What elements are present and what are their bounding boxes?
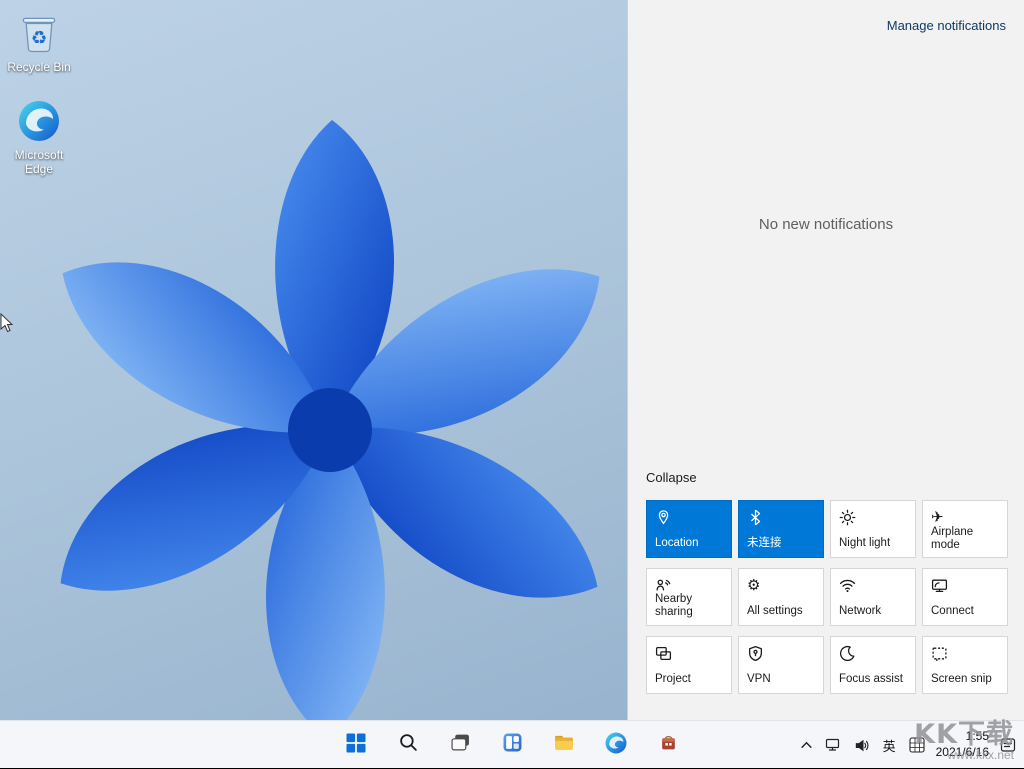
quick-action-connect[interactable]: Connect xyxy=(922,568,1008,626)
quick-action-label: All settings xyxy=(747,605,815,618)
widgets-icon xyxy=(503,733,522,757)
desktop-icon-microsoft-edge[interactable]: Microsoft Edge xyxy=(0,100,78,177)
bluetooth-icon xyxy=(747,508,765,526)
search-button[interactable] xyxy=(388,725,428,765)
file-explorer-icon xyxy=(554,733,574,757)
quick-action-label: Nearby sharing xyxy=(655,593,723,619)
quick-action-screen-snip[interactable]: Screen snip xyxy=(922,636,1008,694)
tray-time: 1:55 xyxy=(966,729,989,743)
system-tray: 英 1:55 2021/6/16 xyxy=(799,721,1018,769)
desktop-icon-label: Microsoft Edge xyxy=(0,149,78,177)
network-tray-icon[interactable] xyxy=(823,725,843,765)
quick-action-label: 未连接 xyxy=(747,537,815,550)
edge-icon xyxy=(18,129,60,146)
start-icon xyxy=(346,733,366,758)
tray-date: 2021/6/16 xyxy=(936,745,989,759)
quick-action-bluetooth[interactable]: 未连接 xyxy=(738,500,824,558)
task-view-button[interactable] xyxy=(440,725,480,765)
svg-text:♻: ♻ xyxy=(31,28,47,49)
nearby-sharing-icon xyxy=(655,576,673,593)
mouse-cursor xyxy=(0,313,14,338)
quick-action-focus-assist[interactable]: Focus assist xyxy=(830,636,916,694)
task-view-icon xyxy=(451,733,470,757)
connect-icon xyxy=(931,576,949,594)
quick-actions-grid: Location 未连接 Night light ✈ Airplane mode xyxy=(646,500,1008,694)
volume-tray-icon[interactable] xyxy=(852,725,872,765)
quick-action-label: Location xyxy=(655,537,723,550)
edge-browser-icon xyxy=(605,732,627,759)
file-explorer-button[interactable] xyxy=(544,725,584,765)
action-center-panel: Manage notifications No new notification… xyxy=(627,0,1024,720)
settings-gear-icon: ⚙ xyxy=(747,576,765,594)
quick-action-label: Focus assist xyxy=(839,673,907,686)
manage-notifications-link[interactable]: Manage notifications xyxy=(887,18,1006,33)
taskbar: 英 1:55 2021/6/16 xyxy=(0,720,1024,768)
ime-language-indicator[interactable]: 英 xyxy=(881,725,898,765)
wallpaper-bloom xyxy=(0,0,640,720)
no-notifications-text: No new notifications xyxy=(628,216,1024,233)
collapse-link[interactable]: Collapse xyxy=(646,470,697,485)
search-icon xyxy=(399,733,418,757)
network-icon xyxy=(839,576,857,594)
taskbar-center-icons xyxy=(336,721,688,769)
notification-center-icon[interactable] xyxy=(998,725,1018,765)
quick-action-nearby-sharing[interactable]: Nearby sharing xyxy=(646,568,732,626)
desktop-icon-label: Recycle Bin xyxy=(0,61,78,75)
quick-action-location[interactable]: Location xyxy=(646,500,732,558)
store-button[interactable] xyxy=(648,725,688,765)
tray-clock[interactable]: 1:55 2021/6/16 xyxy=(936,729,989,760)
quick-action-label: Screen snip xyxy=(931,673,999,686)
quick-action-vpn[interactable]: VPN xyxy=(738,636,824,694)
quick-action-label: Project xyxy=(655,673,723,686)
tray-chevron-up-icon[interactable] xyxy=(799,725,814,765)
edge-browser-button[interactable] xyxy=(596,725,636,765)
focus-assist-icon xyxy=(839,644,857,662)
quick-action-label: Network xyxy=(839,605,907,618)
start-button[interactable] xyxy=(336,725,376,765)
quick-action-all-settings[interactable]: ⚙ All settings xyxy=(738,568,824,626)
ime-mode-icon[interactable] xyxy=(907,725,927,765)
quick-action-label: VPN xyxy=(747,673,815,686)
project-icon xyxy=(655,644,673,662)
quick-action-project[interactable]: Project xyxy=(646,636,732,694)
desktop-icon-recycle-bin[interactable]: ♻ Recycle Bin xyxy=(0,8,78,75)
airplane-mode-icon: ✈ xyxy=(931,508,949,526)
vpn-icon xyxy=(747,644,765,662)
quick-action-night-light[interactable]: Night light xyxy=(830,500,916,558)
quick-action-label: Connect xyxy=(931,605,999,618)
location-icon xyxy=(655,508,673,526)
quick-action-airplane-mode[interactable]: ✈ Airplane mode xyxy=(922,500,1008,558)
store-icon xyxy=(659,733,678,757)
widgets-button[interactable] xyxy=(492,725,532,765)
quick-action-network[interactable]: Network xyxy=(830,568,916,626)
recycle-bin-icon: ♻ xyxy=(17,41,61,58)
night-light-icon xyxy=(839,508,857,526)
quick-action-label: Night light xyxy=(839,537,907,550)
quick-action-label: Airplane mode xyxy=(931,526,999,552)
screen-snip-icon xyxy=(931,644,949,662)
